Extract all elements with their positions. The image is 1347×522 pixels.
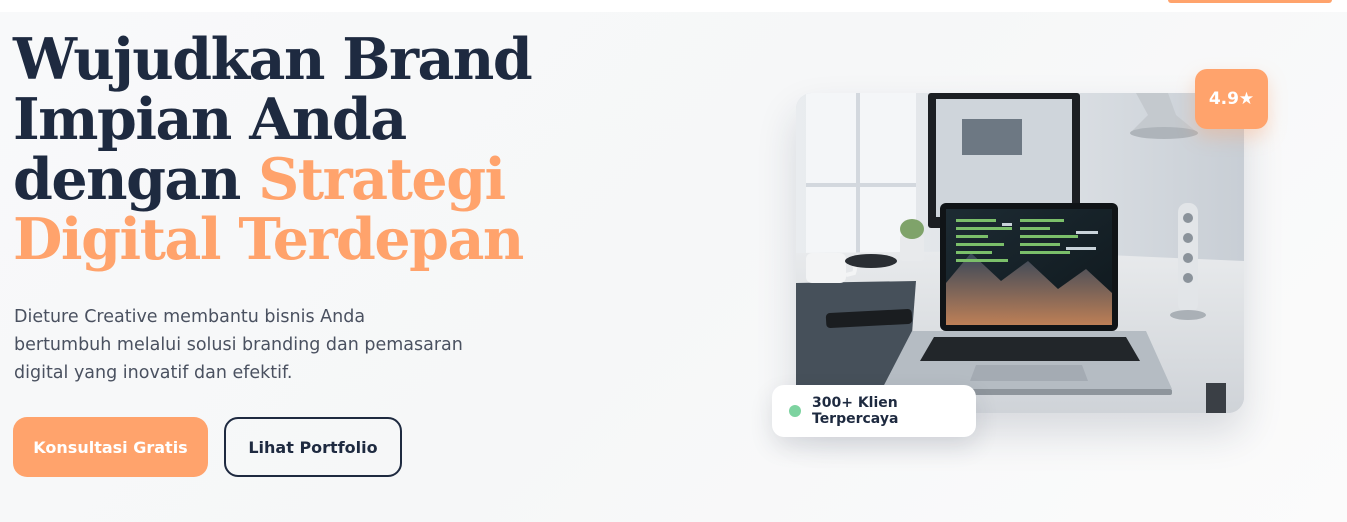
portfolio-button[interactable]: Lihat Portfolio	[224, 417, 402, 477]
trusted-clients-card: 300+ Klien Terpercaya	[772, 385, 976, 437]
hero-headline: Wujudkan Brand Impian Anda dengan Strate…	[13, 30, 533, 270]
consultation-button[interactable]: Konsultasi Gratis	[13, 417, 208, 477]
headline-line-1: Wujudkan Brand	[13, 26, 533, 93]
headline-line-2: Impian Anda	[13, 86, 407, 153]
top-navbar-edge	[0, 0, 1347, 12]
headline-line-3-plain: dengan	[13, 146, 259, 213]
rating-badge: 4.9★	[1195, 69, 1268, 129]
navbar-cta-button-edge[interactable]	[1168, 0, 1332, 3]
trusted-clients-label: 300+ Klien Terpercaya	[812, 395, 899, 427]
headline-accent-strategi: Strategi	[258, 146, 506, 213]
hero-description: Dieture Creative membantu bisnis Anda be…	[14, 307, 463, 383]
laptop-workspace-illustration	[796, 93, 1244, 413]
headline-accent-digital: Digital Terdepan	[13, 206, 524, 273]
status-dot-icon	[789, 405, 801, 417]
hero-image-laptop-workspace	[796, 93, 1244, 413]
